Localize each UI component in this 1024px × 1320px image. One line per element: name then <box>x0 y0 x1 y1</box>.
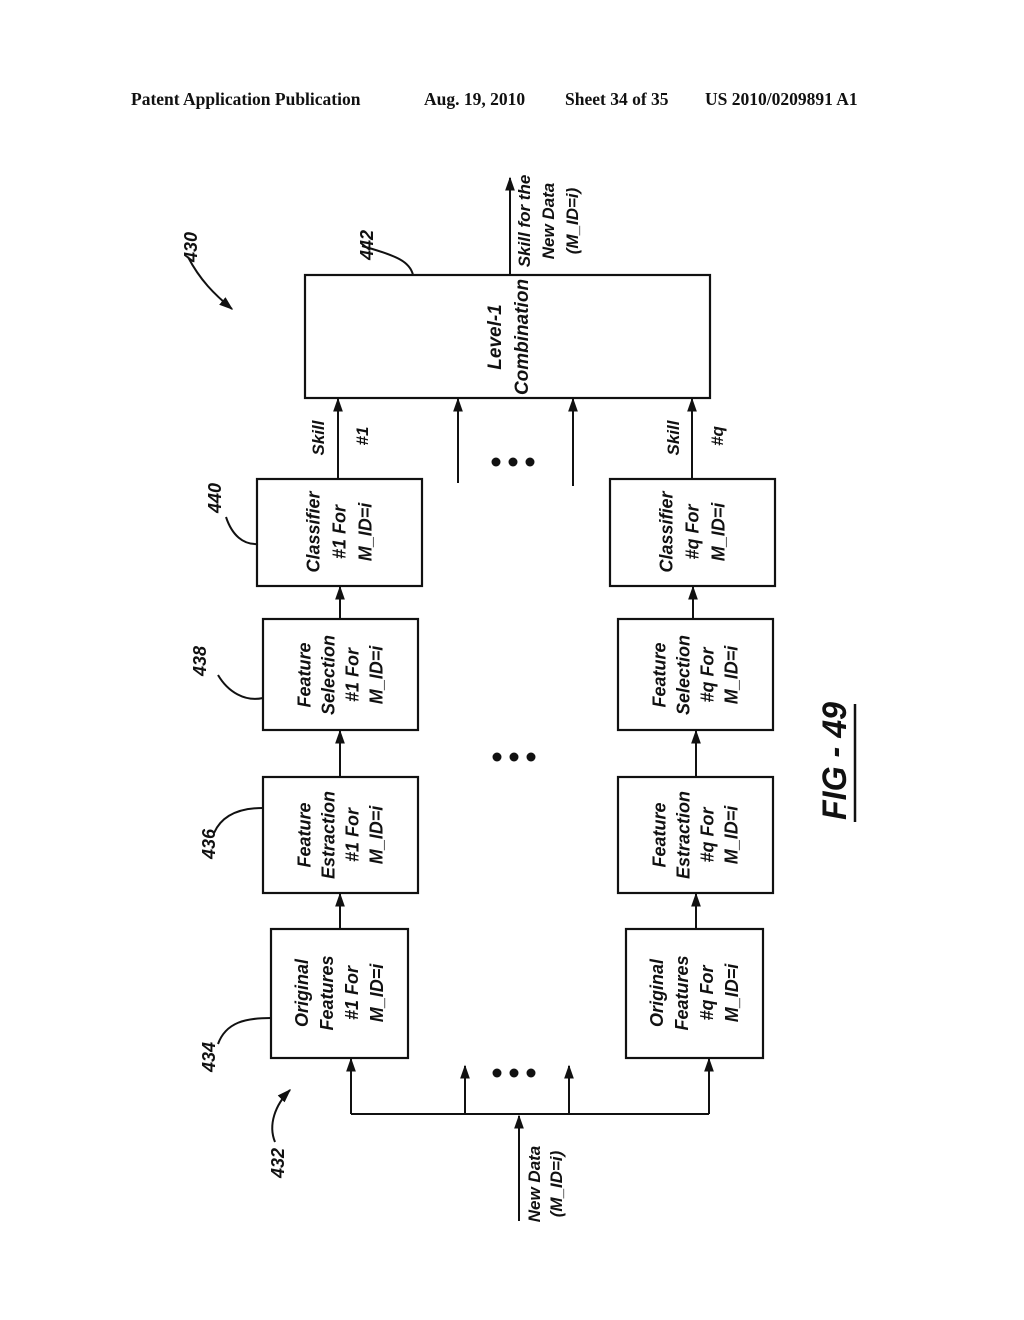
feature-selection-label-1-line: M_ID=i <box>366 645 386 705</box>
original-features-label-1-line: #1 For <box>342 965 362 1020</box>
ref-436: 436 <box>199 828 219 860</box>
new-data-label-line: (M_ID=i) <box>547 1150 566 1217</box>
ref-438: 438 <box>190 646 210 677</box>
feature-selection-label-1-line: Feature <box>294 642 314 707</box>
original-features-label-q-line: Original <box>647 958 667 1027</box>
classifier-label-1-line: M_ID=i <box>355 502 375 562</box>
ref-440: 440 <box>205 483 225 514</box>
feature-extraction-label-1-line: M_ID=i <box>366 805 386 865</box>
new-data-label-line: New Data <box>525 1146 544 1223</box>
skill-label-1: Skill <box>309 419 328 455</box>
new-data-label: New Data (M_ID=i) <box>525 1146 566 1223</box>
feature-extraction-label-1-line: #1 For <box>342 807 362 862</box>
original-features-label-q-line: Features <box>672 955 692 1030</box>
feature-selection-box-1 <box>261 617 420 732</box>
output-label-line: (M_ID=i) <box>563 187 582 254</box>
arrow-432 <box>271 1089 291 1143</box>
ellipsis-bottom <box>492 1068 536 1078</box>
combination-box <box>303 273 712 400</box>
feature-extraction-label-q-line: Feature <box>649 802 669 867</box>
output-label-line: Skill for the <box>515 175 534 268</box>
feature-extraction-label-q-line: Estraction <box>673 791 693 879</box>
original-features-label-1-line: Original <box>292 958 312 1027</box>
ellipsis-middle <box>492 752 536 762</box>
skill-number-q-line: #q <box>708 425 727 445</box>
classifier-label-q-line: M_ID=i <box>708 502 728 562</box>
original-features-label-q-line: M_ID=i <box>722 963 742 1023</box>
leader-438 <box>217 674 264 700</box>
feature-extraction-label-q-line: M_ID=i <box>721 805 741 865</box>
ref-432: 432 <box>268 1148 288 1179</box>
skill-label-q-line: Skill <box>664 419 683 455</box>
classifier-label-1-line: #1 For <box>329 504 349 559</box>
classifier-label-1-line: Classifier <box>303 490 323 572</box>
original-features-label-q-line: #q For <box>697 965 717 1021</box>
original-features-label-1-line: Features <box>317 955 337 1030</box>
skill-label-q: Skill <box>664 419 683 455</box>
leader-434 <box>217 1017 272 1045</box>
leader-440 <box>225 516 259 546</box>
output-label-line: New Data <box>539 183 558 260</box>
feature-selection-box-q <box>616 617 775 732</box>
arrow-430 <box>187 256 234 310</box>
feature-selection-label-q-line: Selection <box>673 635 693 715</box>
combination-label-line: Level-1 <box>485 304 506 369</box>
feature-selection-label-q-line: #q For <box>697 647 717 703</box>
feature-extraction-label-1-line: Feature <box>294 802 314 867</box>
feature-extraction-box-1 <box>261 775 420 895</box>
feature-selection-label-1-line: Selection <box>318 635 338 715</box>
figure-diagram: 430 442 440 438 436 434 432 Level-1 Combi… <box>181 175 857 1223</box>
feature-selection-label-q-line: M_ID=i <box>721 645 741 705</box>
feature-selection-label-1-line: #1 For <box>342 647 362 702</box>
skill-number-q: #q <box>708 425 727 445</box>
original-features-label-1-line: M_ID=i <box>367 963 387 1023</box>
skill-number-1: #1 <box>353 427 372 446</box>
feature-selection-label-q-line: Feature <box>649 642 669 707</box>
ref-430: 430 <box>181 232 201 263</box>
skill-number-1-line: #1 <box>353 427 372 446</box>
classifier-label-q-line: Classifier <box>656 490 676 572</box>
feature-extraction-box-q <box>616 775 775 895</box>
feature-extraction-label-1-line: Estraction <box>318 791 338 879</box>
ellipsis-top <box>491 457 535 467</box>
feature-extraction-label-q-line: #q For <box>697 807 717 863</box>
ref-434: 434 <box>199 1042 219 1073</box>
ref-442: 442 <box>357 230 377 261</box>
output-label: Skill for the New Data (M_ID=i) <box>515 175 582 268</box>
figure-label: FIG - 49 <box>816 702 854 820</box>
classifier-label-q-line: #q For <box>682 504 702 560</box>
skill-label-1-line: Skill <box>309 419 328 455</box>
combination-label-line: Combination <box>512 279 533 395</box>
leader-436 <box>213 807 264 834</box>
